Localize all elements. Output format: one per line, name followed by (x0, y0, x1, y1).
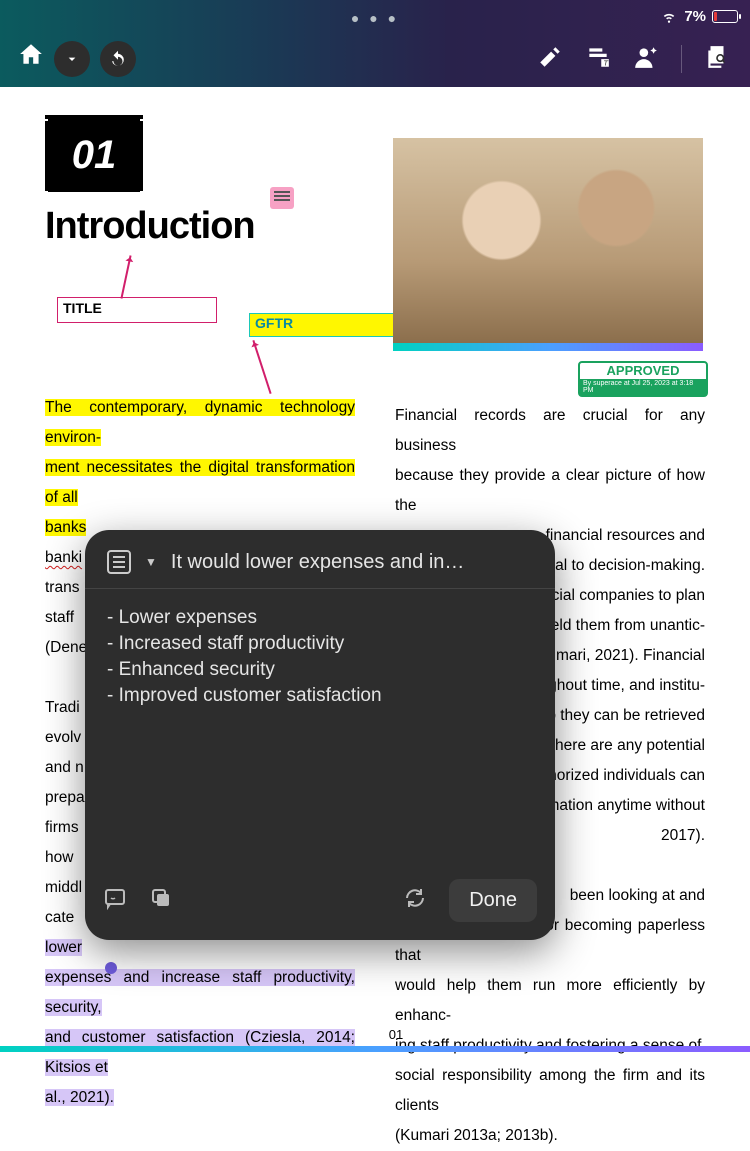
summary-bullet: - Increased staff productivity (107, 631, 533, 657)
body-text: oughout time, and institu- (531, 671, 705, 701)
body-text: if there are any potential (539, 731, 705, 761)
chapter-number: 01 (45, 121, 143, 189)
dropdown-button[interactable] (54, 41, 90, 77)
popup-title: It would lower expenses and in… (171, 551, 465, 574)
hero-gradient-bar (393, 343, 703, 351)
sparkle-person-icon (633, 44, 659, 70)
hero-image (393, 138, 703, 350)
selected-text[interactable]: and customer satisfaction (Cziesla, 2014… (45, 1029, 355, 1076)
body-text: middl (45, 879, 82, 896)
undo-button[interactable] (100, 41, 136, 77)
annotation-arrow (120, 255, 131, 298)
body-text: and n (45, 759, 84, 776)
body-text: staff (45, 609, 74, 626)
app-toolbar: T (0, 31, 750, 87)
text-style-button[interactable]: T (585, 44, 611, 75)
body-text: so they can be retrieved (540, 701, 705, 731)
wifi-icon (660, 10, 678, 24)
selection-handle[interactable] (105, 962, 117, 974)
body-text: (Kumari, 2021). Financial (532, 641, 705, 671)
copy-icon (149, 886, 173, 910)
body-text: ntial to decision-making. (539, 551, 705, 581)
body-text: financial resources and (546, 521, 705, 551)
highlighter-icon (537, 44, 563, 70)
summary-bullet: - Lower expenses (107, 605, 533, 631)
body-text: ancial companies to plan (534, 581, 705, 611)
body-text: Tradi (45, 699, 80, 716)
page-number: 01 (389, 1027, 403, 1042)
summary-bullet: - Improved customer satisfaction (107, 683, 533, 709)
status-bar: 7% (660, 8, 738, 25)
body-text: Financial records are crucial for any bu… (395, 407, 705, 454)
regenerate-button[interactable] (403, 886, 427, 915)
feedback-button[interactable] (103, 886, 127, 915)
popup-body: - Lower expenses - Increased staff produ… (85, 589, 555, 725)
annotation-textbox-title[interactable]: TITLE (57, 297, 217, 323)
body-text: because they provide a clear picture of … (395, 467, 705, 514)
ai-sparkle-button[interactable] (633, 44, 659, 75)
highlighted-text[interactable]: ment necessitates the digital transforma… (45, 459, 355, 506)
body-text: social responsibility among the firm and… (395, 1067, 705, 1114)
drag-indicator-dots: ● ● ● (351, 10, 399, 26)
selected-text[interactable]: expenses and increase staff productivity… (45, 969, 355, 1016)
body-text: prepa (45, 789, 85, 806)
stamp-meta: By superace at Jul 25, 2023 at 3:18 PM (580, 379, 706, 395)
chat-smile-icon (103, 886, 127, 910)
body-text: thorized individuals can (544, 761, 705, 791)
chapter-bar-decor (45, 115, 143, 119)
ai-summary-popup: ▼ It would lower expenses and in… - Lowe… (85, 530, 555, 940)
body-text: been looking at and (570, 881, 705, 911)
approved-stamp[interactable]: APPROVED By superace at Jul 25, 2023 at … (578, 361, 708, 397)
battery-percent: 7% (684, 8, 706, 25)
annotation-textbox-gftr[interactable]: GFTR (249, 313, 405, 337)
pages-search-icon (704, 44, 730, 70)
toolbar-divider (681, 45, 682, 73)
summary-bullet: - Enhanced security (107, 657, 533, 683)
battery-icon (712, 10, 738, 23)
popup-header: ▼ It would lower expenses and in… (85, 530, 555, 588)
refresh-icon (403, 886, 427, 910)
annotation-arrow (252, 340, 271, 394)
summary-mode-icon[interactable] (107, 550, 131, 574)
stamp-label: APPROVED (607, 363, 680, 378)
comment-lines-icon (274, 191, 290, 193)
popup-footer: Done (85, 865, 555, 940)
chevron-down-icon[interactable]: ▼ (145, 555, 157, 569)
body-text: mation anytime without (546, 791, 705, 821)
spellcheck-word[interactable]: banki (45, 549, 82, 566)
undo-icon (109, 50, 127, 68)
done-button[interactable]: Done (449, 879, 537, 922)
chapter-bar-decor (45, 187, 143, 191)
body-text: evolv (45, 729, 81, 746)
document-page[interactable]: 01 Introduction TITLE GFTR APPROVED By s… (0, 87, 750, 1052)
selected-text[interactable]: al., 2021). (45, 1089, 114, 1106)
text-style-icon: T (585, 44, 611, 70)
body-text: firms (45, 819, 79, 836)
body-text: how (45, 849, 73, 866)
body-text: would help them run more efficiently by … (395, 977, 705, 1024)
home-button[interactable] (18, 41, 44, 77)
highlighted-text[interactable]: banks (45, 519, 86, 536)
body-text: trans (45, 579, 79, 596)
highlighted-text[interactable]: The contemporary, dynamic technology env… (45, 399, 355, 446)
body-text: shield them from unantic- (531, 611, 705, 641)
highlighter-button[interactable] (537, 44, 563, 75)
status-and-toolbar: ● ● ● 7% T (0, 0, 750, 87)
copy-button[interactable] (149, 886, 173, 915)
home-icon (18, 41, 44, 67)
body-text: (Dene (45, 639, 87, 656)
home-indicator-gradient (0, 1046, 750, 1052)
body-text: (Kumari 2013a; 2013b). (395, 1127, 558, 1144)
page-title: Introduction (45, 205, 255, 248)
chevron-down-icon (64, 51, 80, 67)
body-text: 2017). (661, 821, 705, 851)
search-pages-button[interactable] (704, 44, 730, 75)
